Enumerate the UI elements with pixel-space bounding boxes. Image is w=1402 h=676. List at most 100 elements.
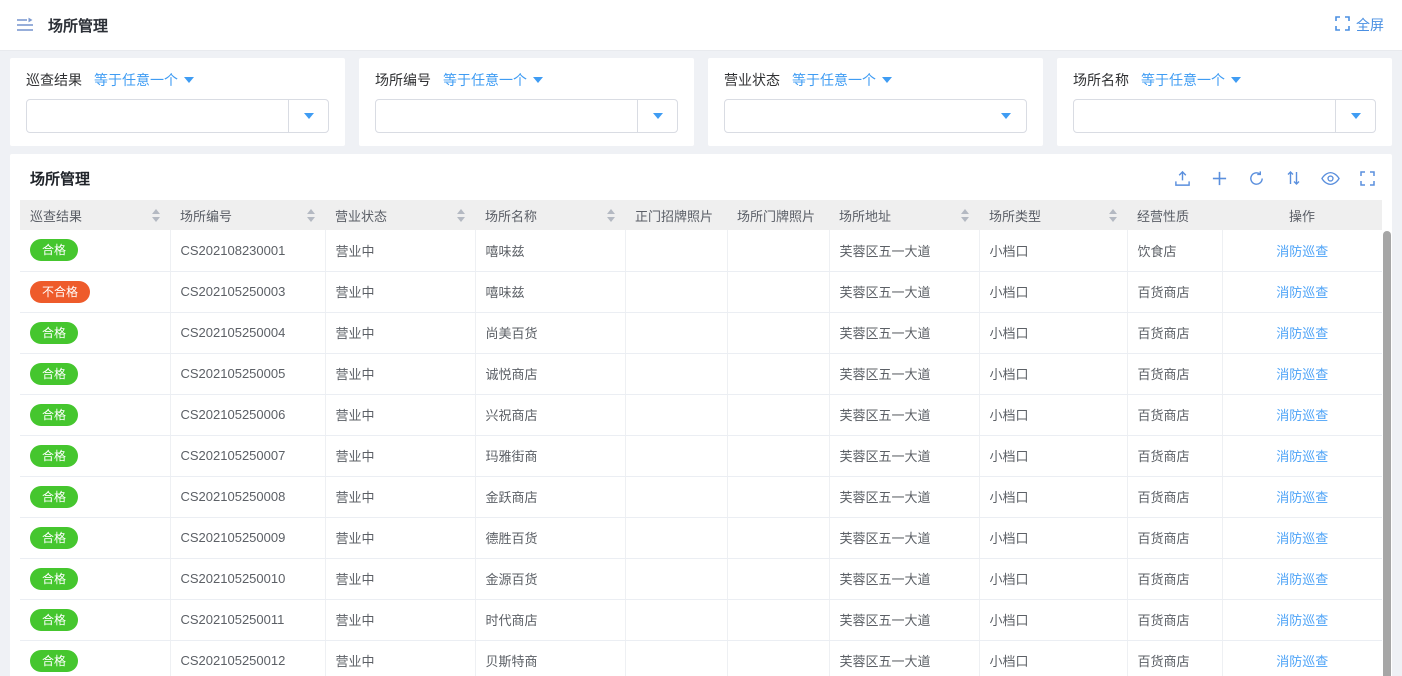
- column-header[interactable]: 场所编号: [170, 200, 325, 230]
- door-plate-photo-cell: [727, 599, 829, 640]
- filter-operator-dropdown[interactable]: 等于任意一个: [94, 70, 194, 90]
- fire-inspection-link[interactable]: 消防巡查: [1276, 654, 1328, 669]
- place-code-cell: CS202105250005: [170, 353, 325, 394]
- filter-label: 场所编号: [375, 70, 431, 90]
- place-code-cell: CS202105250011: [170, 599, 325, 640]
- fire-inspection-link[interactable]: 消防巡查: [1276, 531, 1328, 546]
- business-status-cell: 营业中: [325, 394, 475, 435]
- business-nature-cell: 百货商店: [1127, 599, 1222, 640]
- sort-caret-icon[interactable]: [1109, 209, 1117, 222]
- place-code-cell: CS202105250006: [170, 394, 325, 435]
- door-plate-photo-cell: [727, 476, 829, 517]
- collapse-menu-icon[interactable]: [16, 17, 34, 33]
- place-name-cell: 贝斯特商: [475, 640, 625, 676]
- column-header[interactable]: 营业状态: [325, 200, 475, 230]
- status-badge: 合格: [30, 527, 78, 549]
- place-address-cell: 芙蓉区五一大道: [829, 271, 979, 312]
- place-code-cell: CS202108230001: [170, 230, 325, 271]
- place-type-cell: 小档口: [979, 517, 1127, 558]
- refresh-icon[interactable]: [1245, 167, 1267, 189]
- fullscreen-button[interactable]: 全屏: [1335, 15, 1384, 35]
- export-icon[interactable]: [1171, 167, 1193, 189]
- front-sign-photo-cell: [625, 476, 727, 517]
- filter-select-input[interactable]: [26, 99, 329, 133]
- fire-inspection-link[interactable]: 消防巡查: [1276, 367, 1328, 382]
- place-address-cell: 芙蓉区五一大道: [829, 312, 979, 353]
- table-fullscreen-icon[interactable]: [1356, 167, 1378, 189]
- column-header: 正门招牌照片: [625, 200, 727, 230]
- view-columns-icon[interactable]: [1319, 167, 1341, 189]
- filter-card-inspection-result: 巡查结果 等于任意一个: [10, 58, 345, 146]
- business-nature-cell: 百货商店: [1127, 435, 1222, 476]
- column-header[interactable]: 场所名称: [475, 200, 625, 230]
- topbar: 场所管理 全屏: [0, 0, 1402, 51]
- fire-inspection-link[interactable]: 消防巡查: [1276, 449, 1328, 464]
- front-sign-photo-cell: [625, 394, 727, 435]
- fire-inspection-link[interactable]: 消防巡查: [1276, 408, 1328, 423]
- fire-inspection-link[interactable]: 消防巡查: [1276, 244, 1328, 259]
- filter-select-input[interactable]: [375, 99, 678, 133]
- business-nature-cell: 百货商店: [1127, 353, 1222, 394]
- sort-caret-icon[interactable]: [152, 209, 160, 222]
- table-row: 合格 CS202105250005 营业中 诚悦商店 芙蓉区五一大道 小档口 百…: [20, 353, 1382, 394]
- sort-caret-icon[interactable]: [961, 209, 969, 222]
- door-plate-photo-cell: [727, 271, 829, 312]
- front-sign-photo-cell: [625, 312, 727, 353]
- table-wrap: 巡查结果场所编号营业状态场所名称正门招牌照片场所门牌照片场所地址场所类型经营性质…: [20, 200, 1382, 676]
- business-status-cell: 营业中: [325, 353, 475, 394]
- status-badge: 不合格: [30, 281, 90, 303]
- add-icon[interactable]: [1208, 167, 1230, 189]
- filter-card-business-status: 营业状态 等于任意一个: [708, 58, 1043, 146]
- filter-operator-dropdown[interactable]: 等于任意一个: [1141, 70, 1241, 90]
- place-code-cell: CS202105250009: [170, 517, 325, 558]
- filter-operator-label: 等于任意一个: [1141, 70, 1225, 90]
- column-header[interactable]: 场所类型: [979, 200, 1127, 230]
- table-row: 合格 CS202105250009 营业中 德胜百货 芙蓉区五一大道 小档口 百…: [20, 517, 1382, 558]
- filter-select-input[interactable]: [724, 99, 1027, 133]
- vertical-scrollbar[interactable]: [1383, 231, 1391, 676]
- front-sign-photo-cell: [625, 640, 727, 676]
- front-sign-photo-cell: [625, 558, 727, 599]
- column-header[interactable]: 场所地址: [829, 200, 979, 230]
- table-row: 合格 CS202108230001 营业中 嘻味兹 芙蓉区五一大道 小档口 饮食…: [20, 230, 1382, 271]
- place-type-cell: 小档口: [979, 640, 1127, 676]
- table-row: 合格 CS202105250004 营业中 尚美百货 芙蓉区五一大道 小档口 百…: [20, 312, 1382, 353]
- business-nature-cell: 百货商店: [1127, 312, 1222, 353]
- fire-inspection-link[interactable]: 消防巡查: [1276, 326, 1328, 341]
- fullscreen-label: 全屏: [1356, 15, 1384, 35]
- table-row: 合格 CS202105250007 营业中 玛雅街商 芙蓉区五一大道 小档口 百…: [20, 435, 1382, 476]
- status-badge: 合格: [30, 650, 78, 672]
- table-header-row: 巡查结果场所编号营业状态场所名称正门招牌照片场所门牌照片场所地址场所类型经营性质…: [20, 200, 1382, 230]
- table-row: 合格 CS202105250010 营业中 金源百货 芙蓉区五一大道 小档口 百…: [20, 558, 1382, 599]
- fire-inspection-link[interactable]: 消防巡查: [1276, 572, 1328, 587]
- place-code-cell: CS202105250012: [170, 640, 325, 676]
- chevron-down-icon: [1231, 77, 1241, 83]
- business-status-cell: 营业中: [325, 271, 475, 312]
- place-type-cell: 小档口: [979, 476, 1127, 517]
- sort-caret-icon[interactable]: [457, 209, 465, 222]
- place-address-cell: 芙蓉区五一大道: [829, 599, 979, 640]
- sort-caret-icon[interactable]: [607, 209, 615, 222]
- column-header: 经营性质: [1127, 200, 1222, 230]
- sort-icon[interactable]: [1282, 167, 1304, 189]
- place-address-cell: 芙蓉区五一大道: [829, 394, 979, 435]
- filter-operator-label: 等于任意一个: [443, 70, 527, 90]
- table-row: 不合格 CS202105250003 营业中 嘻味兹 芙蓉区五一大道 小档口 百…: [20, 271, 1382, 312]
- place-address-cell: 芙蓉区五一大道: [829, 640, 979, 676]
- place-name-cell: 玛雅街商: [475, 435, 625, 476]
- column-header[interactable]: 巡查结果: [20, 200, 170, 230]
- business-nature-cell: 百货商店: [1127, 517, 1222, 558]
- filter-select-input[interactable]: [1073, 99, 1376, 133]
- place-address-cell: 芙蓉区五一大道: [829, 476, 979, 517]
- fire-inspection-link[interactable]: 消防巡查: [1276, 490, 1328, 505]
- business-status-cell: 营业中: [325, 312, 475, 353]
- table-panel: 场所管理: [10, 154, 1392, 676]
- fire-inspection-link[interactable]: 消防巡查: [1276, 613, 1328, 628]
- sort-caret-icon[interactable]: [307, 209, 315, 222]
- business-status-cell: 营业中: [325, 558, 475, 599]
- front-sign-photo-cell: [625, 230, 727, 271]
- filter-operator-dropdown[interactable]: 等于任意一个: [792, 70, 892, 90]
- fire-inspection-link[interactable]: 消防巡查: [1276, 285, 1328, 300]
- filter-operator-dropdown[interactable]: 等于任意一个: [443, 70, 543, 90]
- place-code-cell: CS202105250004: [170, 312, 325, 353]
